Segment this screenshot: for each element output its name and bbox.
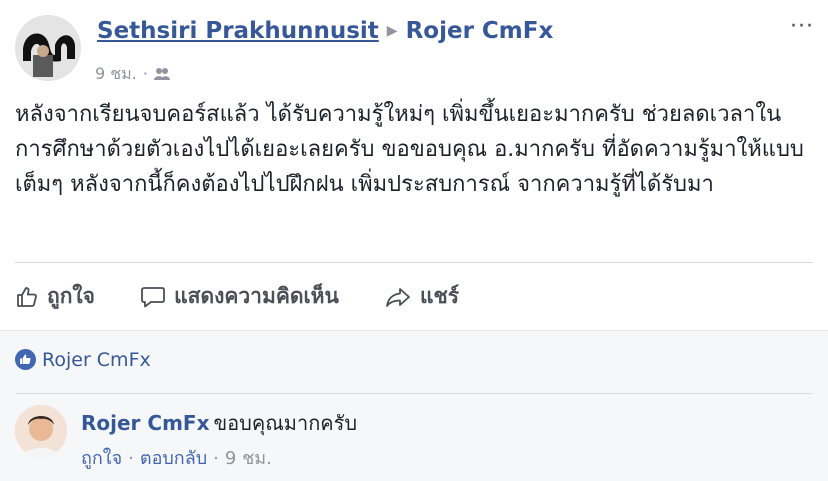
divider bbox=[15, 262, 813, 263]
post-timestamp[interactable]: 9 ชม. bbox=[95, 64, 137, 83]
more-options-button[interactable]: ··· bbox=[790, 14, 814, 39]
comment-text: ขอบคุณมากครับ bbox=[213, 411, 358, 435]
friends-audience-icon[interactable] bbox=[153, 66, 170, 85]
target-page-link[interactable]: Rojer CmFx bbox=[406, 18, 554, 44]
comment-label: แสดงความคิดเห็น bbox=[174, 284, 339, 308]
share-button[interactable]: แชร์ bbox=[384, 280, 459, 313]
post-text: หลังจากเรียนจบคอร์สแล้ว ได้รับความรู้ใหม… bbox=[15, 102, 804, 197]
likes-summary[interactable]: Rojer CmFx bbox=[15, 349, 151, 371]
post-actions: ถูกใจ แสดงความคิดเห็น แชร์ bbox=[15, 280, 499, 312]
post-header: Sethsiri Prakhunnusit ▶ Rojer CmFx bbox=[97, 18, 553, 44]
separator-dot: · bbox=[213, 448, 219, 469]
comment-like-link[interactable]: ถูกใจ bbox=[81, 448, 122, 469]
share-label: แชร์ bbox=[419, 284, 460, 308]
comment-button[interactable]: แสดงความคิดเห็น bbox=[140, 280, 339, 313]
like-label: ถูกใจ bbox=[47, 284, 95, 308]
thumbs-up-icon bbox=[15, 285, 39, 309]
avatar-image bbox=[15, 15, 81, 81]
comment-bubble-icon bbox=[140, 285, 166, 309]
liked-by-name[interactable]: Rojer CmFx bbox=[42, 349, 151, 371]
divider bbox=[15, 393, 813, 394]
share-arrow-icon bbox=[384, 285, 412, 309]
like-reaction-icon bbox=[15, 349, 36, 370]
comment-timestamp[interactable]: 9 ชม. bbox=[225, 448, 272, 469]
comment-body: Rojer CmFx ขอบคุณมากครับ bbox=[81, 407, 357, 439]
post-meta: 9 ชม. · bbox=[95, 62, 170, 87]
comment-actions: ถูกใจ · ตอบกลับ · 9 ชม. bbox=[81, 443, 272, 472]
commenter-avatar-image bbox=[15, 405, 67, 457]
right-arrow-icon: ▶ bbox=[386, 23, 398, 39]
comment-reply-link[interactable]: ตอบกลับ bbox=[140, 448, 207, 469]
commenter-avatar[interactable] bbox=[15, 405, 67, 457]
comments-section: Rojer CmFx Rojer CmFx ขอบคุณมากครับ ถูกใจ… bbox=[0, 330, 828, 481]
author-name-link[interactable]: Sethsiri Prakhunnusit bbox=[97, 18, 379, 44]
like-button[interactable]: ถูกใจ bbox=[15, 280, 95, 313]
author-avatar[interactable] bbox=[15, 15, 81, 81]
separator-dot: · bbox=[142, 64, 148, 83]
commenter-name-link[interactable]: Rojer CmFx bbox=[81, 411, 209, 435]
separator-dot: · bbox=[128, 448, 134, 469]
post-card: Sethsiri Prakhunnusit ▶ Rojer CmFx 9 ชม. · … bbox=[0, 0, 828, 330]
